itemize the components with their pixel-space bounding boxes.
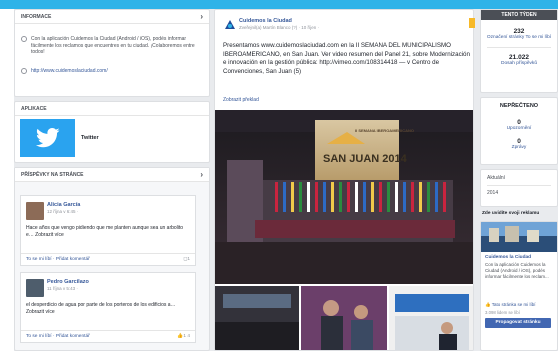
bookmark-icon[interactable]	[469, 18, 475, 28]
info-header[interactable]: INFORMACE ›	[15, 10, 209, 24]
post-photo-thumb[interactable]	[215, 286, 299, 350]
chevron-right-icon[interactable]: ›	[200, 170, 203, 179]
like-comment-link[interactable]: To se mi líbí · Přidat komentář	[26, 334, 90, 339]
messages-value: 0	[517, 137, 521, 145]
reach-stat[interactable]: 21.022 Dosah příspěvků	[481, 54, 557, 67]
ad-like-link[interactable]: 👍 Tato stránka se mi líbí	[485, 302, 536, 308]
post-actions: To se mi líbí · Přidat komentář ◻1	[21, 253, 195, 265]
avatar[interactable]	[26, 279, 44, 297]
ad-like-count: 3.098 lidem se líbí	[485, 310, 520, 315]
posts-header[interactable]: PŘÍSPĚVKY NA STRÁNCE ›	[15, 168, 209, 182]
ad-text: Con la aplicación Cuidemos la Ciudad (An…	[485, 262, 549, 279]
thumb-graphic	[215, 286, 299, 350]
post-text: el desperdicio de agua por parte de los …	[26, 302, 176, 315]
main-post-card: Cuidemos la Ciudad Zveřejnil(a) Martín B…	[214, 9, 474, 351]
globe-icon	[21, 67, 27, 74]
ad-image-graphic	[481, 222, 557, 252]
post-actions: To se mi líbí · Přidat komentář 👍1 4	[21, 330, 195, 342]
recent-card: Aktuální 2014	[480, 169, 558, 207]
info-circle-icon	[21, 36, 27, 42]
comment-count: ◻1	[183, 257, 190, 262]
ad-image[interactable]	[481, 222, 557, 252]
info-website-row[interactable]: http://www.cuidemoslaciudad.com/	[15, 64, 209, 79]
messages-label: Zprávy	[511, 144, 527, 150]
likes-value: 232	[513, 28, 525, 35]
post-author[interactable]: Pedro Garcilazo	[47, 279, 89, 285]
likes-stat[interactable]: 232 Označení stránky To se mi líbí	[481, 28, 557, 41]
stage-photo-graphic	[215, 110, 473, 284]
post-photo-thumb[interactable]	[301, 286, 387, 350]
notifications-stat[interactable]: 0 Upozornění	[481, 119, 557, 132]
posts-card: PŘÍSPĚVKY NA STRÁNCE › Alicia García 12 …	[14, 167, 210, 351]
page-name[interactable]: Cuidemos la Ciudad	[239, 18, 292, 24]
this-week-card: TENTO TÝDEN 232 Označení stránky To se m…	[480, 9, 558, 93]
apps-card: APLIKACE Twitter	[14, 101, 210, 163]
messages-stat[interactable]: 0 Zprávy	[481, 138, 557, 151]
post-item: Alicia García 12 října v 6:45 · Hace año…	[20, 195, 196, 266]
likes-label: Označení stránky To se mi líbí	[486, 35, 552, 40]
post-meta: 11 října v 5:43 ·	[47, 286, 78, 291]
thumb-graphic	[389, 286, 473, 350]
stage-banner-title: SAN JUAN 2014	[323, 153, 407, 165]
ad-like-label: Tato stránka se mi líbí	[491, 302, 536, 307]
recent-item[interactable]: Aktuální	[481, 170, 557, 181]
page-canvas: INFORMACE › Con la aplicación Cuidemos l…	[14, 9, 558, 351]
thumbs-up-icon: 👍	[485, 302, 491, 307]
info-card: INFORMACE › Con la aplicación Cuidemos l…	[14, 9, 210, 97]
chevron-right-icon[interactable]: ›	[200, 12, 203, 21]
twitter-app-label[interactable]: Twitter	[81, 135, 99, 141]
browser-frame: INFORMACE › Con la aplicación Cuidemos l…	[0, 0, 558, 351]
reach-label: Dosah příspěvků	[501, 60, 537, 66]
post-meta: Zveřejnil(a) Martín Blanco (?) · 10 říje…	[239, 25, 320, 30]
apps-header: APLIKACE	[15, 102, 209, 116]
ad-title: Zde uvidíte svoji reklamu	[482, 211, 540, 216]
apps-title: APLIKACE	[21, 106, 47, 112]
stage-banner-subtitle: II SEMANA IBEROAMERICANO	[355, 128, 414, 133]
post-body: Presentamos www.cuidemoslaciudad.com en …	[223, 42, 470, 75]
this-week-header: TENTO TÝDEN	[481, 10, 557, 20]
post-item: Pedro Garcilazo 11 října v 5:43 · el des…	[20, 272, 196, 343]
like-comment-count: 👍1 4	[177, 334, 190, 339]
post-text: Hace años que vengo pidiendo que me plan…	[26, 225, 184, 238]
reach-value: 21.022	[509, 53, 529, 61]
unread-title: NEPŘEČTENO	[499, 103, 539, 109]
like-comment-link[interactable]: To se mi líbí · Přidat komentář	[26, 257, 90, 262]
info-description: Con la aplicación Cuidemos la Ciudad (An…	[31, 36, 195, 55]
ad-card: Cuidemos la Ciudad Con la aplicación Cui…	[480, 221, 558, 351]
info-website-link[interactable]: http://www.cuidemoslaciudad.com/	[31, 68, 108, 74]
info-title: INFORMACE	[21, 14, 52, 20]
post-photo-thumb[interactable]	[389, 286, 473, 350]
notifications-label: Upozornění	[506, 126, 532, 131]
avatar[interactable]	[26, 202, 44, 220]
info-description-row: Con la aplicación Cuidemos la Ciudad (An…	[15, 32, 209, 60]
unread-card: NEPŘEČTENO 0 Upozornění 0 Zprávy	[480, 97, 558, 165]
recent-item[interactable]: 2014	[481, 186, 557, 196]
page-logo-icon[interactable]	[223, 18, 237, 32]
ad-page-name[interactable]: Cuidemos la Ciudad	[485, 255, 531, 260]
post-main-photo[interactable]: II SEMANA IBEROAMERICANO SAN JUAN 2014	[215, 110, 473, 284]
post-author[interactable]: Alicia García	[47, 202, 80, 208]
thumb-graphic	[301, 286, 387, 350]
top-accent-bar	[0, 0, 558, 9]
post-meta: 12 října v 6:45 ·	[47, 209, 79, 214]
translate-link[interactable]: Zobrazit překlad	[223, 97, 259, 103]
promote-page-button[interactable]: Propagovat stránku	[485, 318, 551, 328]
posts-title: PŘÍSPĚVKY NA STRÁNCE	[21, 172, 84, 178]
twitter-bird-icon	[36, 128, 60, 148]
notifications-value: 0	[517, 119, 521, 126]
twitter-app-tile[interactable]	[20, 119, 75, 157]
